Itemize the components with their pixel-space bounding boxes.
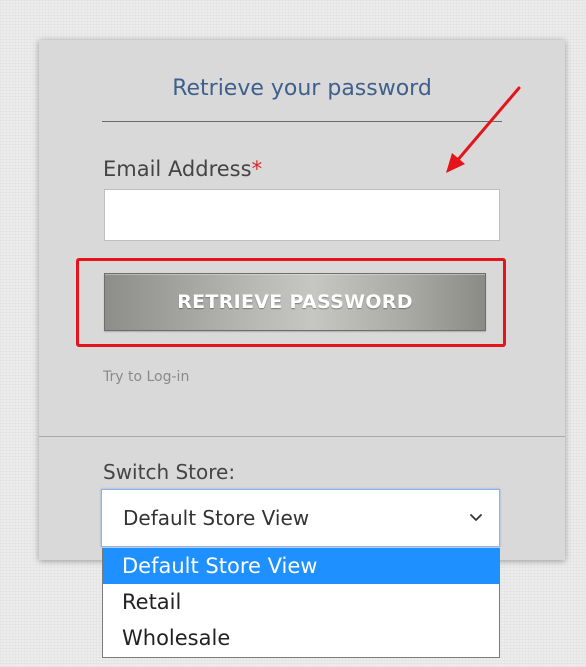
email-field[interactable]	[104, 189, 500, 241]
option-retail[interactable]: Retail	[103, 584, 499, 620]
option-default-store-view[interactable]: Default Store View	[103, 548, 499, 584]
retrieve-password-button[interactable]: RETRIEVE PASSWORD	[104, 273, 486, 331]
login-link[interactable]: Try to Log-in	[103, 369, 189, 385]
switch-store-label: Switch Store:	[103, 460, 236, 484]
chevron-down-icon	[470, 514, 482, 521]
password-panel: Retrieve your password Email Address* RE…	[39, 40, 565, 560]
option-wholesale[interactable]: Wholesale	[103, 620, 499, 656]
email-label: Email Address*	[103, 156, 262, 182]
email-label-text: Email Address	[103, 157, 252, 181]
store-select[interactable]: Default Store View	[101, 489, 500, 547]
section-divider	[39, 436, 565, 437]
store-dropdown-list: Default Store View Retail Wholesale	[102, 548, 500, 658]
required-marker: *	[251, 157, 263, 181]
store-select-value: Default Store View	[123, 506, 310, 530]
